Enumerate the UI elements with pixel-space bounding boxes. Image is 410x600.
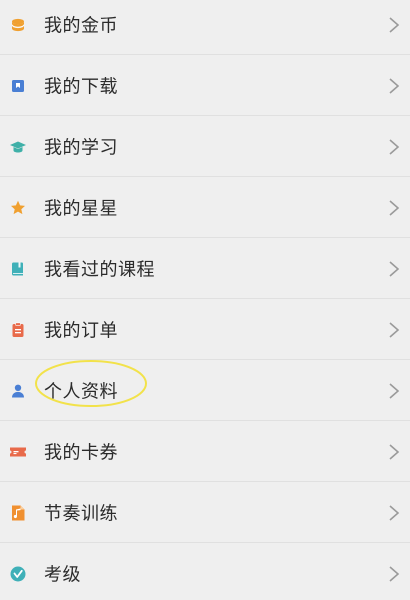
chevron-right-icon	[388, 382, 400, 400]
menu-item-coupons[interactable]: 我的卡券	[0, 421, 410, 482]
chevron-right-icon	[388, 199, 400, 217]
menu-item-label: 我的下载	[44, 75, 118, 97]
chevron-right-icon	[388, 443, 400, 461]
menu-item-label: 我的金币	[44, 14, 118, 36]
menu-item-grade-exam[interactable]: 考级	[0, 543, 410, 600]
graduation-cap-icon	[9, 138, 27, 156]
chevron-right-icon	[388, 565, 400, 583]
chevron-right-icon	[388, 138, 400, 156]
chevron-right-icon	[388, 260, 400, 278]
coin-icon	[9, 16, 27, 34]
menu-item-label: 我的卡券	[44, 441, 118, 463]
menu-item-stars[interactable]: 我的星星	[0, 177, 410, 238]
menu-item-label: 我看过的课程	[44, 258, 155, 280]
menu-item-label: 节奏训练	[44, 502, 118, 524]
menu-item-label: 考级	[44, 563, 81, 585]
menu-item-label: 个人资料	[44, 380, 118, 402]
music-note-icon	[9, 504, 27, 522]
chevron-right-icon	[388, 77, 400, 95]
menu-item-orders[interactable]: 我的订单	[0, 299, 410, 360]
menu-item-label: 我的订单	[44, 319, 118, 341]
person-icon	[9, 382, 27, 400]
download-icon	[9, 77, 27, 95]
ticket-icon	[9, 443, 27, 461]
menu-item-rhythm-training[interactable]: 节奏训练	[0, 482, 410, 543]
chevron-right-icon	[388, 504, 400, 522]
profile-menu: 我的金币 我的下载 我的学习 我的星星 我看过的课程 我的订单 个人资料 我的卡…	[0, 0, 410, 600]
chevron-right-icon	[388, 321, 400, 339]
order-icon	[9, 321, 27, 339]
checkmark-badge-icon	[9, 565, 27, 583]
menu-item-learning[interactable]: 我的学习	[0, 116, 410, 177]
menu-item-profile[interactable]: 个人资料	[0, 360, 410, 421]
menu-item-label: 我的星星	[44, 197, 118, 219]
menu-item-label: 我的学习	[44, 136, 118, 158]
menu-item-viewed-courses[interactable]: 我看过的课程	[0, 238, 410, 299]
star-icon	[9, 199, 27, 217]
book-icon	[9, 260, 27, 278]
chevron-right-icon	[388, 16, 400, 34]
menu-item-coins[interactable]: 我的金币	[0, 0, 410, 55]
menu-item-downloads[interactable]: 我的下载	[0, 55, 410, 116]
